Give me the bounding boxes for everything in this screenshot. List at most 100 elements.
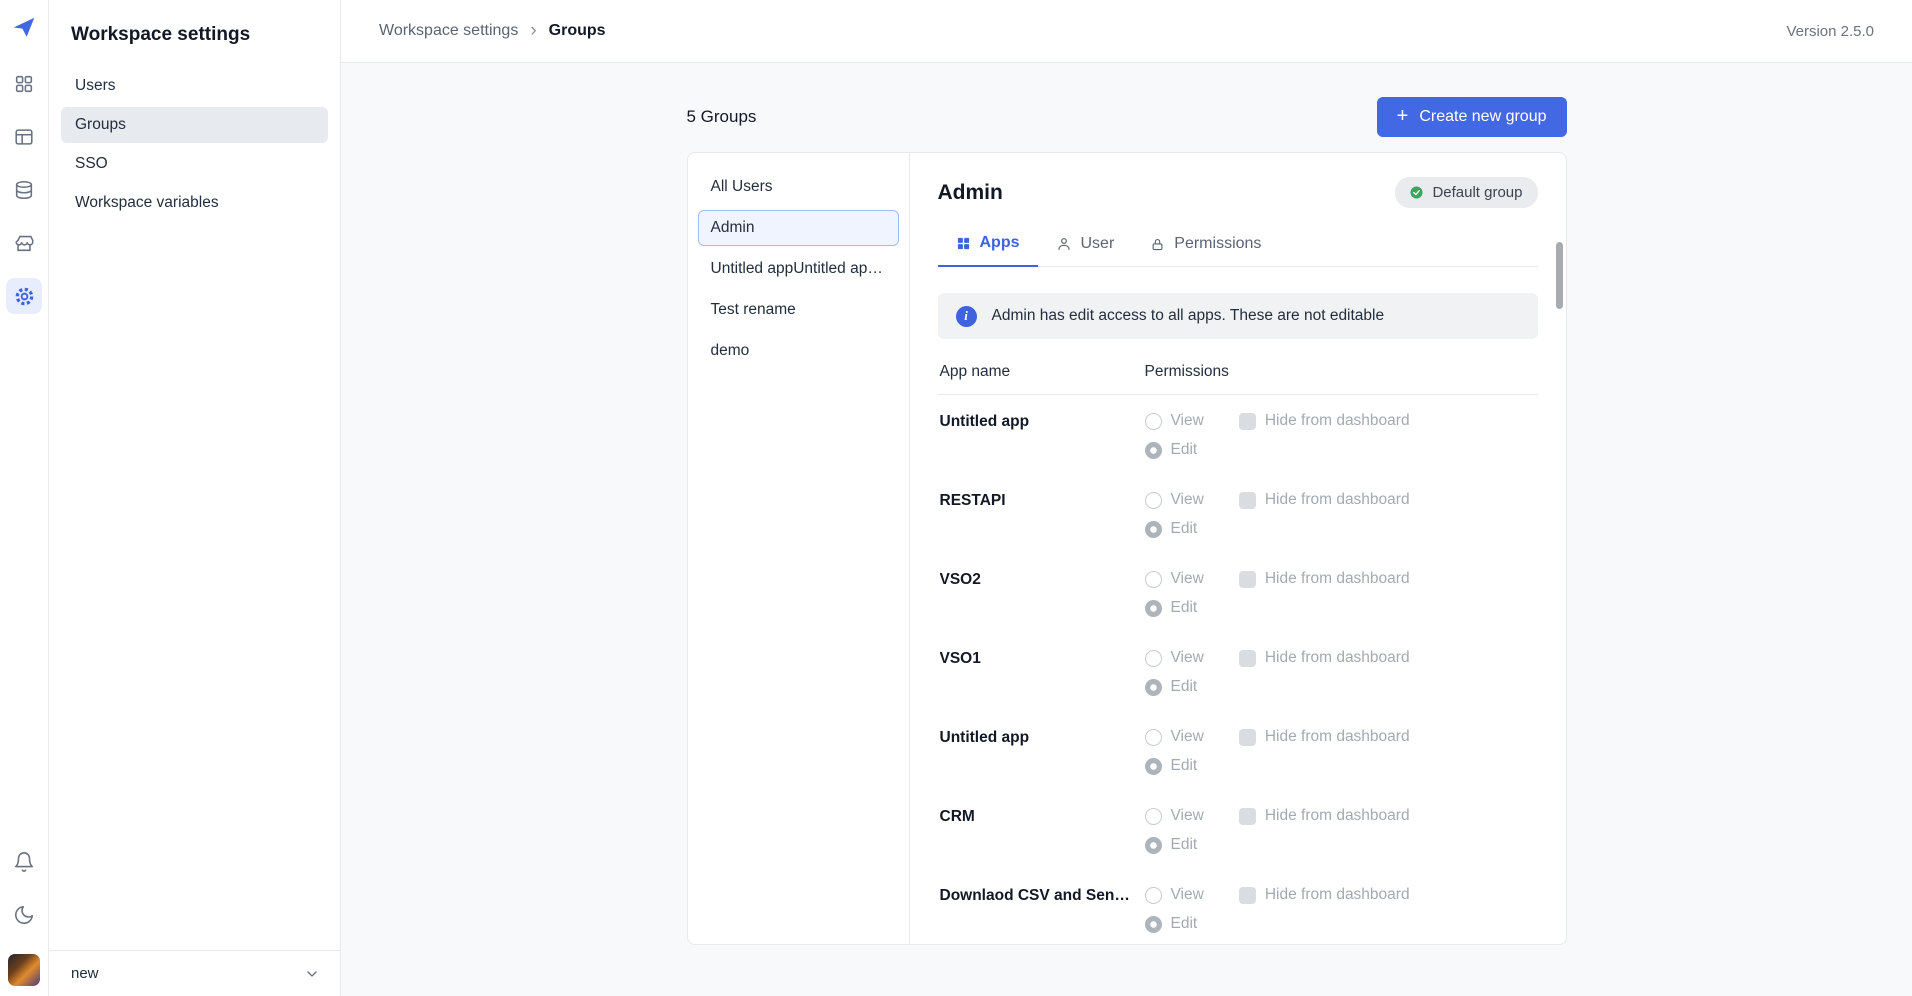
rail-theme-toggle-button[interactable] xyxy=(6,897,42,933)
rail-marketplace-button[interactable] xyxy=(6,225,42,261)
view-label: View xyxy=(1171,728,1204,746)
breadcrumb-parent[interactable]: Workspace settings xyxy=(379,22,518,40)
table-row: Untitled app View Hide from dashboard Ed… xyxy=(938,395,1538,474)
hide-label: Hide from dashboard xyxy=(1265,807,1410,825)
hide-from-dashboard-checkbox[interactable] xyxy=(1239,413,1256,430)
group-item-all-users[interactable]: All Users xyxy=(698,169,899,205)
rail-notifications-button[interactable] xyxy=(6,844,42,880)
edit-radio[interactable] xyxy=(1145,679,1162,696)
app-logo-icon[interactable] xyxy=(11,14,37,40)
hide-from-dashboard-checkbox[interactable] xyxy=(1239,729,1256,746)
hide-from-dashboard-checkbox[interactable] xyxy=(1239,571,1256,588)
main-area: Workspace settings › Groups Version 2.5.… xyxy=(341,0,1912,996)
view-radio[interactable] xyxy=(1145,729,1162,746)
workspace-name: new xyxy=(71,965,99,982)
view-radio[interactable] xyxy=(1145,571,1162,588)
edit-radio[interactable] xyxy=(1145,916,1162,933)
table-row: Untitled app View Hide from dashboard Ed… xyxy=(938,711,1538,790)
content: 5 Groups + Create new group All Users Ad… xyxy=(341,63,1912,996)
edit-label: Edit xyxy=(1171,836,1198,854)
user-tab-icon xyxy=(1056,236,1072,252)
rail-settings-button[interactable] xyxy=(6,278,42,314)
marketplace-icon xyxy=(13,232,35,254)
settings-menu: Users Groups SSO Workspace variables xyxy=(49,68,340,224)
icon-rail xyxy=(0,0,49,996)
rail-datasources-button[interactable] xyxy=(6,172,42,208)
group-title: Admin xyxy=(938,181,1003,205)
create-new-group-button[interactable]: + Create new group xyxy=(1377,97,1567,137)
edit-radio[interactable] xyxy=(1145,758,1162,775)
hide-label: Hide from dashboard xyxy=(1265,412,1410,430)
edit-label: Edit xyxy=(1171,520,1198,538)
group-item-admin[interactable]: Admin xyxy=(698,210,899,246)
vertical-scrollbar[interactable] xyxy=(1556,242,1563,309)
tabs: Apps User Permissions xyxy=(938,222,1538,267)
sidebar-item-users[interactable]: Users xyxy=(61,68,328,104)
sidebar-item-workspace-variables[interactable]: Workspace variables xyxy=(61,185,328,221)
tab-user[interactable]: User xyxy=(1038,222,1133,267)
table-row: CRM View Hide from dashboard Edit xyxy=(938,790,1538,869)
workspace-switcher[interactable]: new xyxy=(49,950,340,996)
settings-sidebar: Workspace settings Users Groups SSO Work… xyxy=(49,0,341,996)
view-radio[interactable] xyxy=(1145,808,1162,825)
hide-label: Hide from dashboard xyxy=(1265,886,1410,904)
dark-mode-moon-icon xyxy=(13,904,35,926)
edit-radio[interactable] xyxy=(1145,600,1162,617)
view-radio[interactable] xyxy=(1145,492,1162,509)
breadcrumb: Workspace settings › Groups xyxy=(379,21,606,42)
group-item-test-rename[interactable]: Test rename xyxy=(698,292,899,328)
group-item-demo[interactable]: demo xyxy=(698,333,899,369)
groups-card: All Users Admin Untitled appUntitled app… xyxy=(687,152,1567,945)
view-label: View xyxy=(1171,412,1204,430)
sidebar-item-label: Workspace variables xyxy=(75,194,219,212)
tab-label: Permissions xyxy=(1174,235,1261,253)
view-label: View xyxy=(1171,886,1204,904)
edit-radio[interactable] xyxy=(1145,521,1162,538)
hide-from-dashboard-checkbox[interactable] xyxy=(1239,808,1256,825)
app-name: Untitled app xyxy=(940,412,1145,431)
plus-icon: + xyxy=(1397,106,1409,128)
hide-label: Hide from dashboard xyxy=(1265,491,1410,509)
sidebar-item-sso[interactable]: SSO xyxy=(61,146,328,182)
column-header-app-name: App name xyxy=(940,363,1145,381)
hide-from-dashboard-checkbox[interactable] xyxy=(1239,887,1256,904)
create-button-label: Create new group xyxy=(1419,108,1546,126)
apps-tab-icon xyxy=(956,236,971,251)
edit-radio[interactable] xyxy=(1145,837,1162,854)
hide-from-dashboard-checkbox[interactable] xyxy=(1239,650,1256,667)
edit-radio[interactable] xyxy=(1145,442,1162,459)
column-header-permissions: Permissions xyxy=(1145,363,1229,381)
tab-apps[interactable]: Apps xyxy=(938,222,1038,267)
view-radio[interactable] xyxy=(1145,887,1162,904)
hide-from-dashboard-checkbox[interactable] xyxy=(1239,492,1256,509)
view-label: View xyxy=(1171,491,1204,509)
table-icon xyxy=(13,126,35,148)
app-name: CRM xyxy=(940,807,1145,826)
view-radio[interactable] xyxy=(1145,413,1162,430)
permissions-cell: View Hide from dashboard Edit xyxy=(1145,570,1410,617)
permissions-cell: View Hide from dashboard Edit xyxy=(1145,649,1410,696)
hide-label: Hide from dashboard xyxy=(1265,728,1410,746)
permissions-cell: View Hide from dashboard Edit xyxy=(1145,807,1410,854)
view-label: View xyxy=(1171,807,1204,825)
chevron-down-icon xyxy=(304,966,320,982)
group-item-untitled[interactable]: Untitled appUntitled appUntitle... xyxy=(698,251,899,287)
edit-label: Edit xyxy=(1171,599,1198,617)
groups-count: 5 Groups xyxy=(687,107,757,127)
edit-label: Edit xyxy=(1171,678,1198,696)
lock-icon xyxy=(1150,237,1165,252)
notifications-bell-icon xyxy=(13,851,35,873)
version-label: Version 2.5.0 xyxy=(1786,23,1874,40)
hide-label: Hide from dashboard xyxy=(1265,649,1410,667)
settings-gear-icon xyxy=(13,285,36,308)
sidebar-item-groups[interactable]: Groups xyxy=(61,107,328,143)
user-avatar[interactable] xyxy=(8,954,40,986)
permissions-cell: View Hide from dashboard Edit xyxy=(1145,491,1410,538)
app-name: RESTAPI xyxy=(940,491,1145,510)
permissions-cell: View Hide from dashboard Edit xyxy=(1145,412,1410,459)
tab-permissions[interactable]: Permissions xyxy=(1132,222,1279,267)
table-header: App name Permissions xyxy=(938,339,1538,395)
view-radio[interactable] xyxy=(1145,650,1162,667)
rail-apps-button[interactable] xyxy=(6,66,42,102)
rail-tables-button[interactable] xyxy=(6,119,42,155)
